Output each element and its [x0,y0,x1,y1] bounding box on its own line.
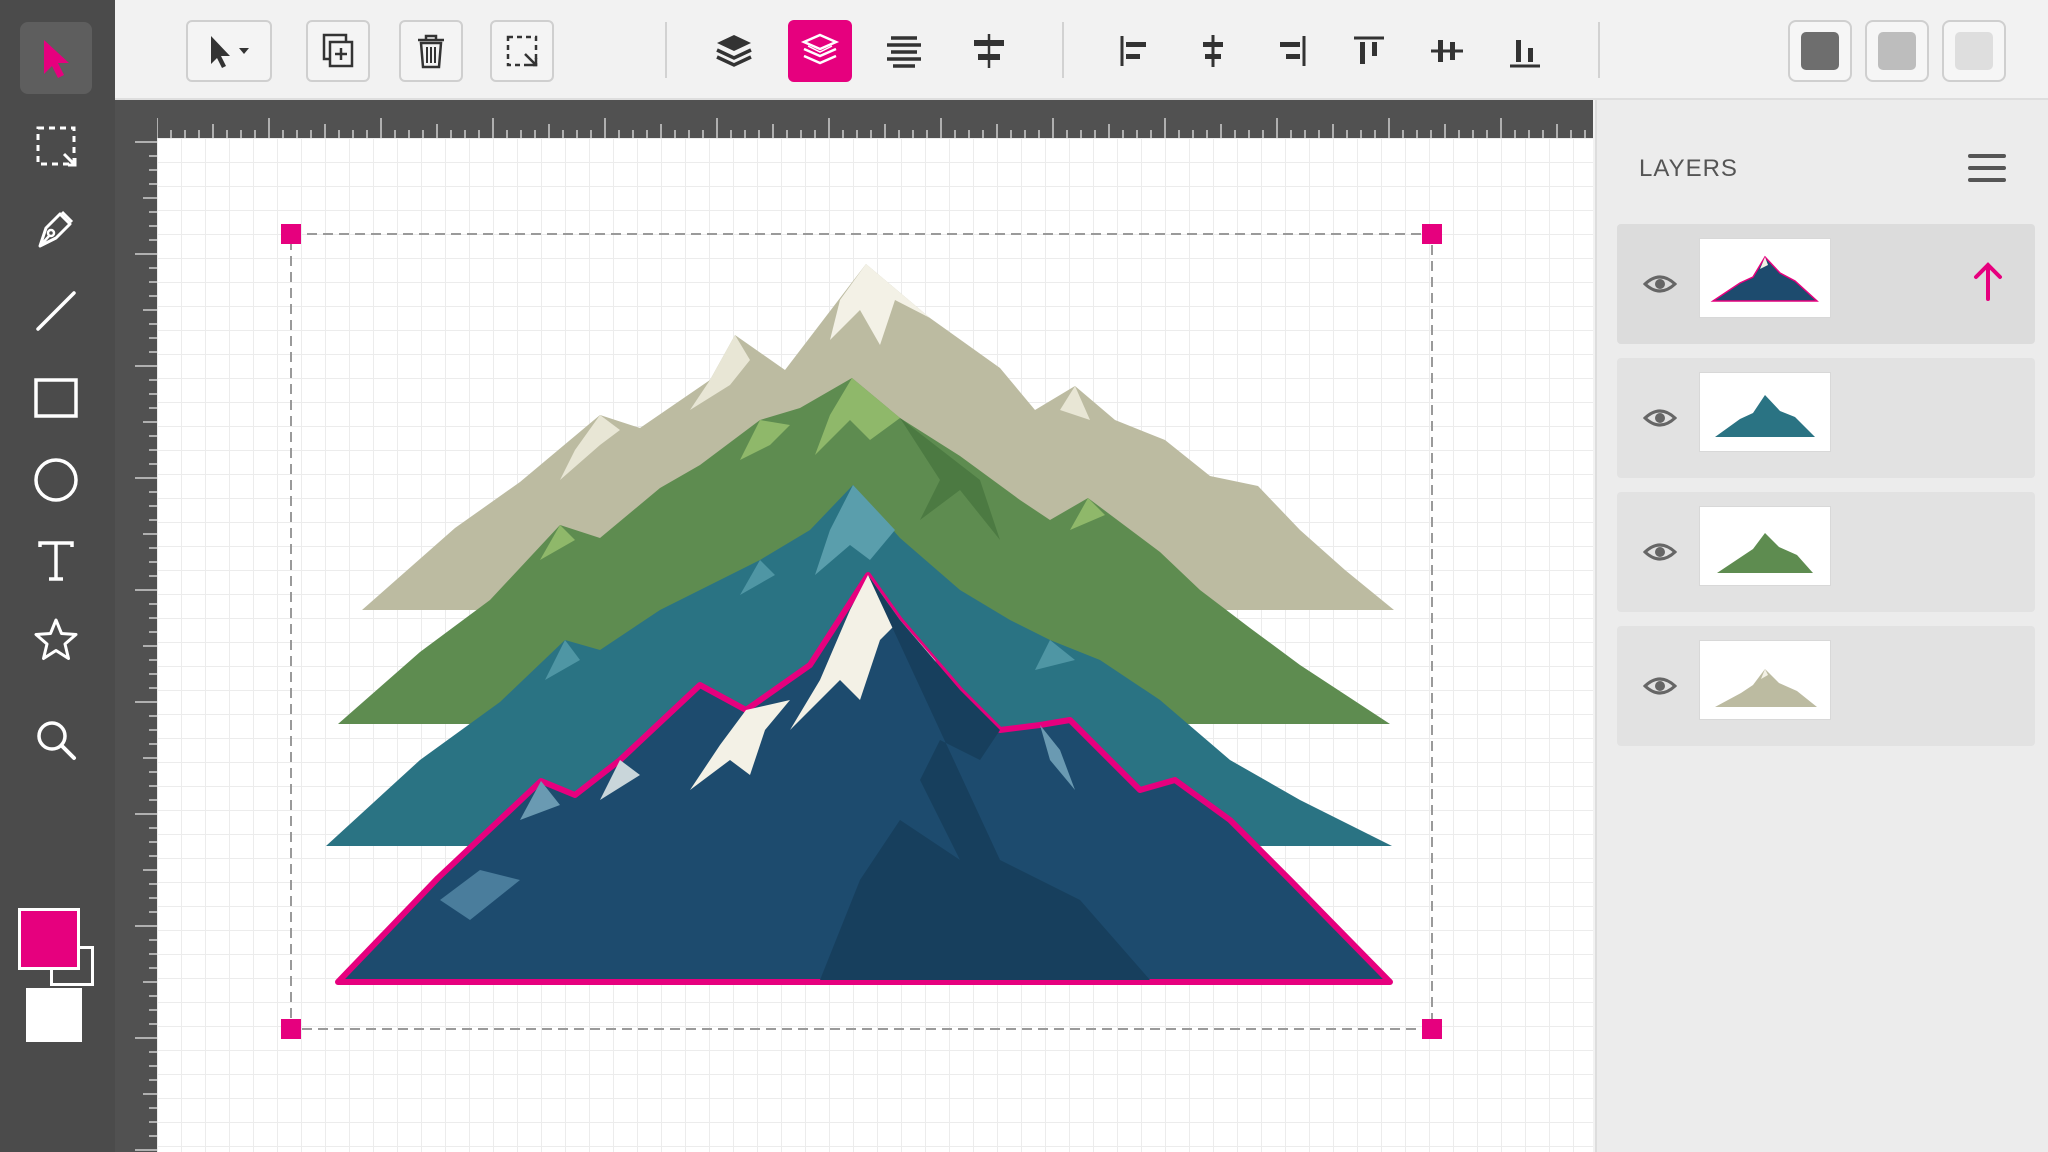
rectangle-tool-button[interactable] [20,362,92,434]
mountain-artwork[interactable] [157,138,1593,1152]
align-bottom-icon [1510,40,1540,68]
align-vertical-center-button[interactable] [1416,20,1478,82]
layer-thumbnail [1699,506,1831,586]
align-bottom-button[interactable] [1494,20,1556,82]
marquee-tool-button[interactable] [20,110,92,182]
vertical-ruler[interactable] [115,138,157,1152]
dark-gray-shade-icon [1801,32,1839,70]
eye-visibility-icon[interactable] [1641,266,1679,302]
toolbar-separator [665,22,667,78]
layers-panel-title: LAYERS [1639,155,1738,182]
eye-visibility-icon[interactable] [1641,534,1679,570]
pen-tool-button[interactable] [20,192,92,264]
medium-gray-shade-button[interactable] [1865,20,1929,82]
star-tool-button[interactable] [20,604,92,676]
layers-stack-icon [716,35,752,67]
light-gray-shade-icon [1955,32,1993,70]
stroke-color-swatch[interactable] [26,988,82,1042]
light-gray-shade-button[interactable] [1942,20,2006,82]
toolbar-separator [1598,22,1600,78]
selection-handle-top-right[interactable] [1422,224,1442,244]
marquee-select-icon [36,126,77,167]
vertical-ruler-ticks [135,141,157,1151]
layer-thumbnail [1699,372,1831,452]
design-canvas[interactable] [157,138,1593,1152]
design-app-window: LAYERS [0,0,2048,1152]
circle-icon [34,458,78,502]
layer-row-teal-mountain[interactable] [1617,358,2035,478]
line-icon [36,291,76,331]
pointer-dropdown-icon [211,36,249,68]
rectangle-icon [34,378,78,418]
layer-selected-icon [800,33,840,65]
align-top-icon [1354,36,1384,64]
align-horizontal-center-icon [1203,35,1223,67]
top-toolbar [115,0,2048,100]
layers-panel: LAYERS [1595,100,2048,1152]
align-horizontal-center-button[interactable] [1182,20,1244,82]
distribute-center-icon [974,34,1004,68]
selection-handle-bottom-left[interactable] [281,1019,301,1039]
pen-nib-icon [38,210,74,248]
ellipse-tool-button[interactable] [20,444,92,516]
delete-trash-icon [418,34,444,69]
eye-visibility-icon[interactable] [1641,400,1679,436]
delete-button[interactable] [399,20,463,82]
selection-handle-bottom-right[interactable] [1422,1019,1442,1039]
align-left-button[interactable] [1104,20,1166,82]
line-tool-button[interactable] [20,275,92,347]
layer-selected-button[interactable] [788,20,852,82]
horizontal-ruler[interactable] [115,100,1593,138]
hamburger-menu-icon[interactable] [1965,150,2009,186]
align-center-lines-button[interactable] [873,20,935,82]
magnifier-icon [37,721,76,760]
fill-color-swatch[interactable] [18,908,80,970]
selection-handle-top-left[interactable] [281,224,301,244]
align-right-button[interactable] [1260,20,1322,82]
align-right-icon [1280,36,1306,66]
pointer-dropdown-button[interactable] [186,20,272,82]
layer-thumbnail [1699,640,1831,720]
select-tool-button[interactable] [20,22,92,94]
move-layer-up-arrow-icon[interactable] [1965,258,2011,304]
layer-row-green-mountain[interactable] [1617,492,2035,612]
text-t-icon [38,541,74,581]
align-left-icon [1120,36,1146,66]
horizontal-ruler-ticks [156,118,1586,138]
toolbar-separator [1062,22,1064,78]
align-top-button[interactable] [1338,20,1400,82]
distribute-center-button[interactable] [958,20,1020,82]
medium-gray-shade-icon [1878,32,1916,70]
layer-thumbnail [1699,238,1831,318]
align-vertical-center-icon [1431,40,1463,62]
select-region-button[interactable] [490,20,554,82]
dark-gray-shade-button[interactable] [1788,20,1852,82]
layer-row-navy-mountain[interactable] [1617,224,2035,344]
zoom-tool-button[interactable] [20,704,92,776]
arrow-pointer-icon [44,40,69,78]
duplicate-button[interactable] [306,20,370,82]
layer-row-beige-mountain[interactable] [1617,626,2035,746]
ruler-corner [115,100,157,138]
layers-stack-button[interactable] [703,20,765,82]
align-center-lines-icon [887,36,921,68]
duplicate-icon [322,33,354,68]
text-tool-button[interactable] [20,525,92,597]
star-icon [34,618,78,660]
left-toolbar [0,0,115,1152]
select-region-icon [506,35,538,67]
eye-visibility-icon[interactable] [1641,668,1679,704]
